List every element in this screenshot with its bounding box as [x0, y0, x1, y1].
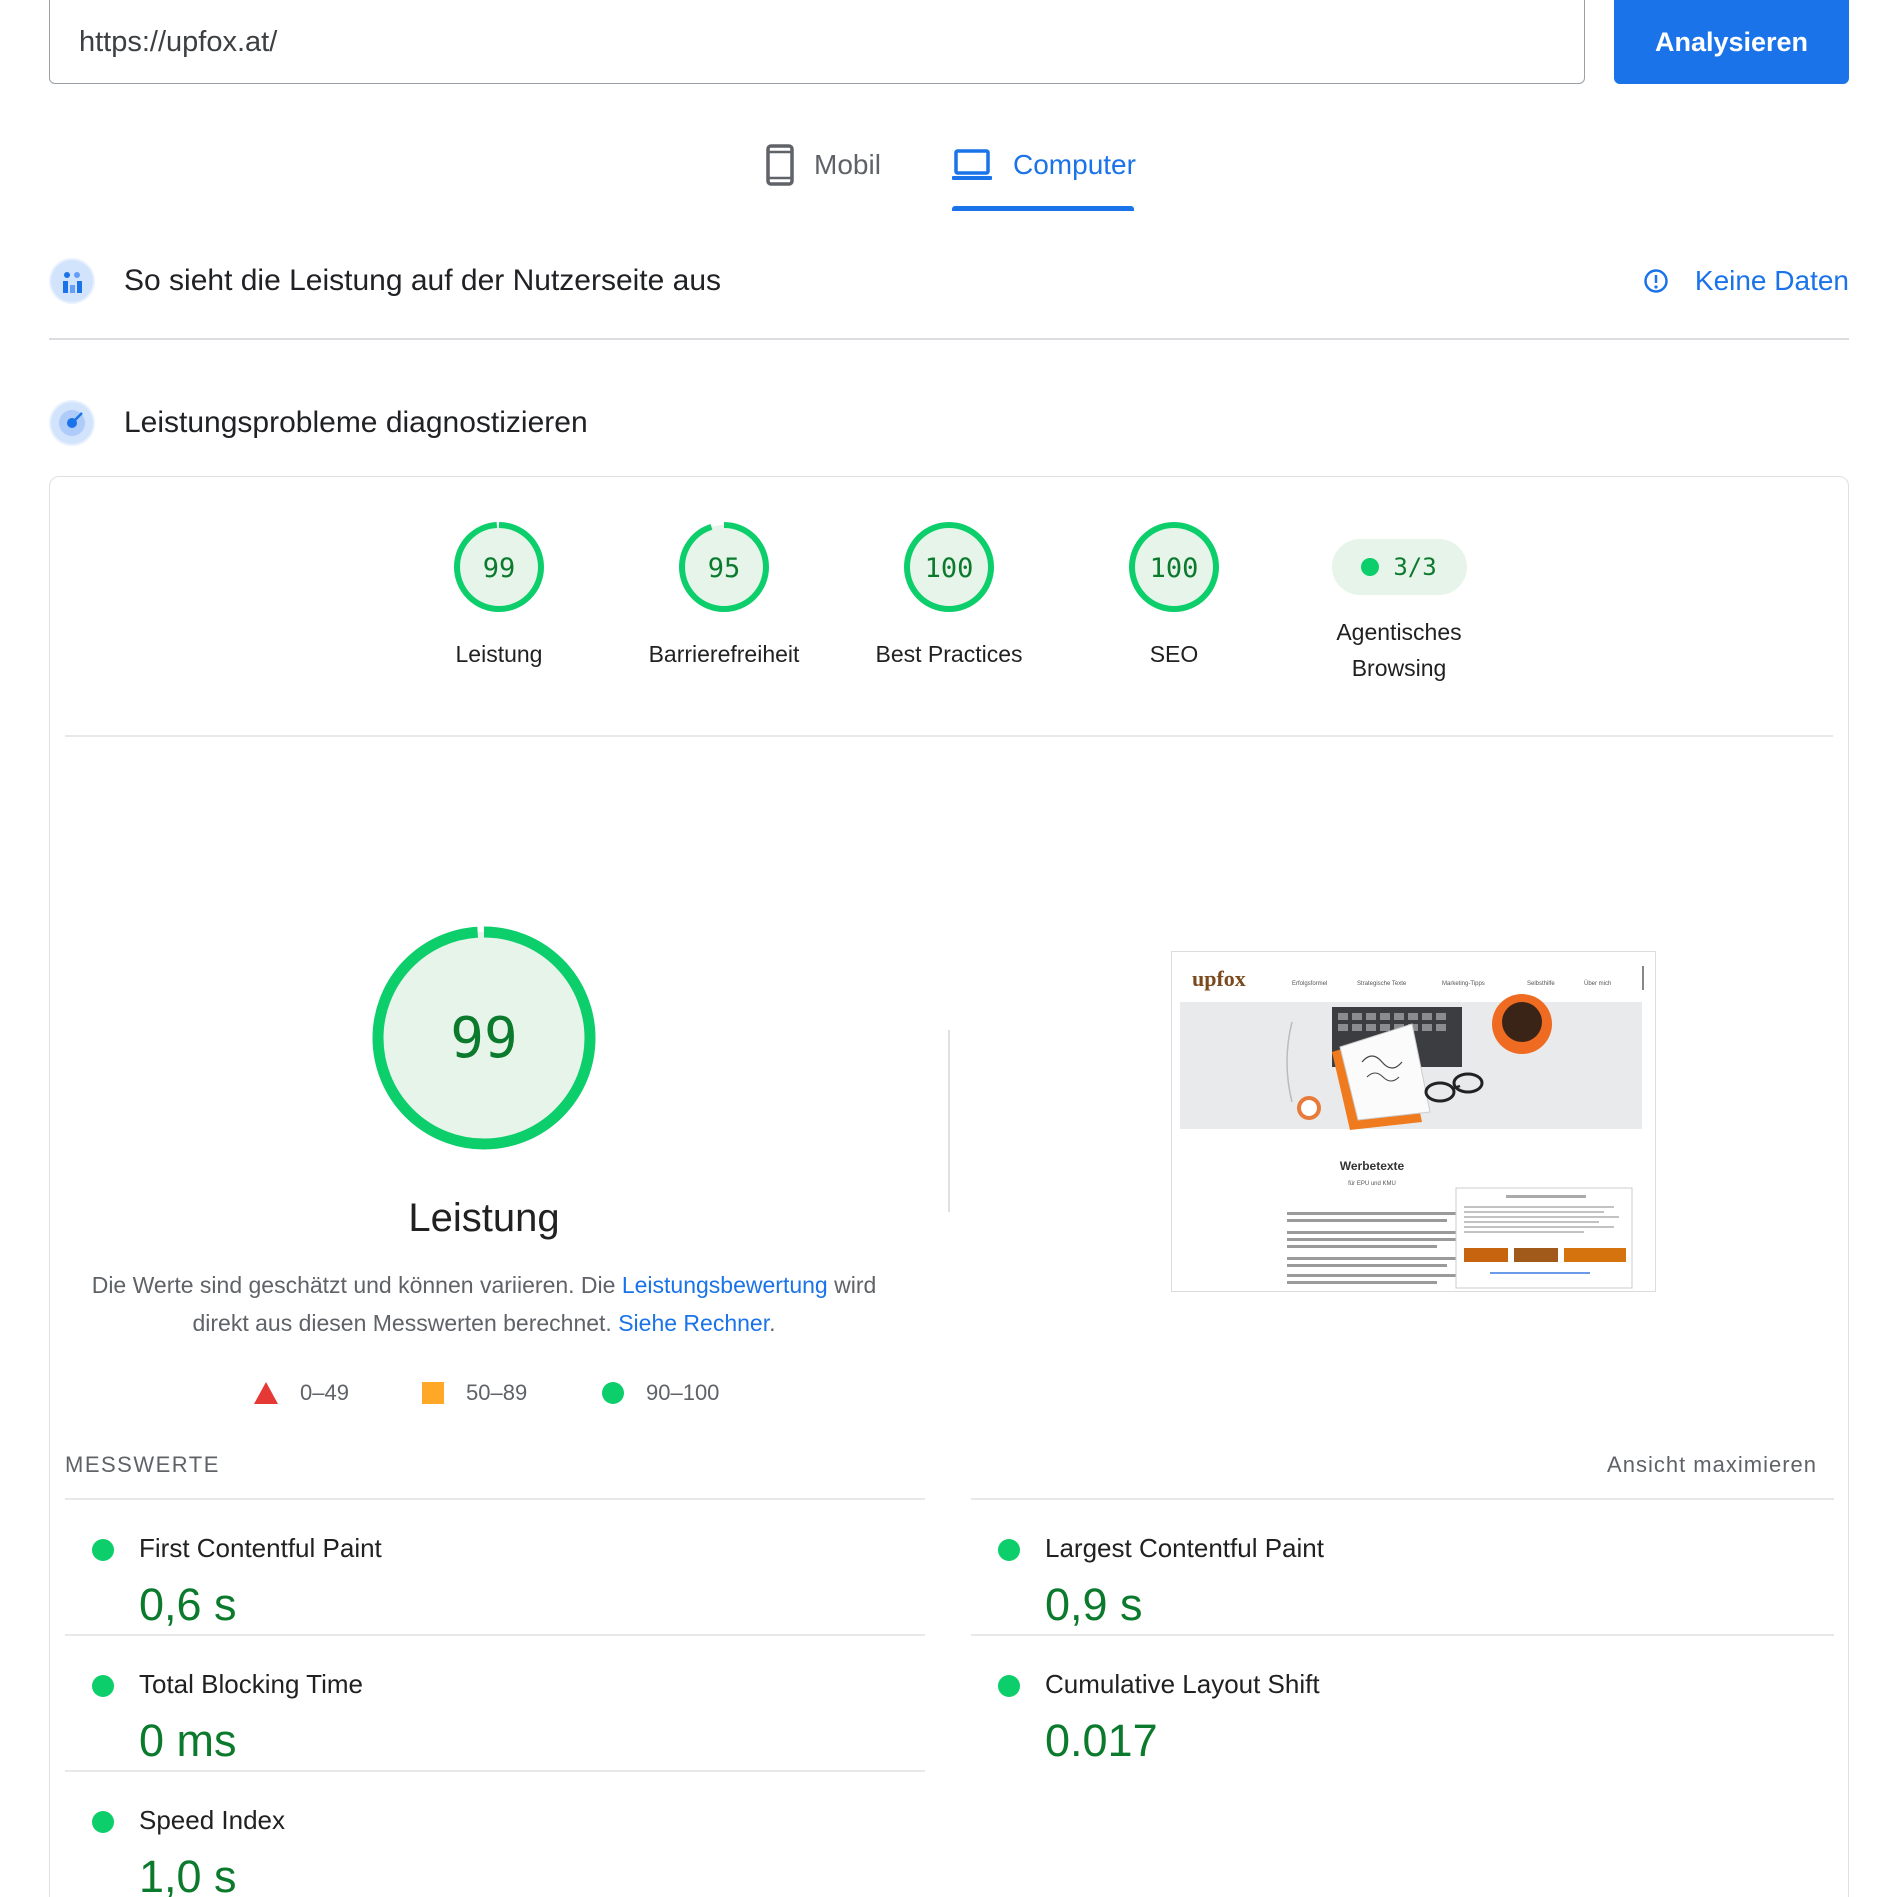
metric-divider: [65, 1770, 925, 1772]
thumb-nav-item: Über mich: [1584, 980, 1611, 987]
pass-dot-icon: [998, 1539, 1020, 1561]
gauge-score: 100: [1150, 553, 1199, 584]
gauge-label: Agentisches Browsing: [1336, 614, 1461, 686]
thumb-subheadline: für EPU und KMU: [1348, 1181, 1396, 1187]
metric-name: Total Blocking Time: [139, 1669, 363, 1699]
metric-divider: [65, 1498, 925, 1500]
calculator-link[interactable]: Siehe Rechner: [618, 1310, 769, 1336]
metric-divider: [65, 1634, 925, 1636]
legend-pass: 90–100: [602, 1380, 719, 1406]
tab-mobile-label: Mobil: [814, 149, 881, 180]
gauge-agentic-browsing[interactable]: 3/3 Agentisches Browsing: [1319, 520, 1479, 686]
thumb-nav-item: Marketing-Tipps: [1442, 981, 1485, 987]
url-input-value: https://upfox.at/: [79, 25, 278, 58]
metric-value: 0.017: [1045, 1715, 1158, 1766]
radar-icon: [49, 400, 95, 446]
triangle-icon: [254, 1382, 278, 1404]
thumb-headline: Werbetexte: [1340, 1159, 1405, 1173]
metric-value: 0,9 s: [1045, 1579, 1143, 1630]
legend-average: 50–89: [422, 1380, 527, 1406]
legend-fail: 0–49: [254, 1380, 349, 1406]
performance-score: 99: [450, 1006, 517, 1071]
thumb-nav-item: Strategische Texte: [1357, 981, 1407, 987]
gauge-best-practices[interactable]: 100 Best Practices: [869, 520, 1029, 672]
performance-title: Leistung: [408, 1196, 560, 1240]
gauge-label: SEO: [1149, 641, 1199, 667]
thumb-nav-item: Erfolgsformel: [1292, 981, 1327, 987]
metric-divider: [971, 1634, 1834, 1636]
no-data-label: Keine Daten: [1694, 265, 1849, 296]
pass-dot-icon: [92, 1539, 114, 1561]
metrics-heading: MESSWERTE: [65, 1452, 220, 1477]
score-gauge: 99: [454, 522, 544, 612]
pass-dot-icon: [92, 1811, 114, 1833]
field-data-section: So sieht die Leistung auf der Nutzerseit…: [49, 251, 1849, 311]
laptop-icon: [952, 149, 992, 180]
metric-speed-index[interactable]: Speed Index 1,0 s: [65, 1787, 925, 1897]
legend-range: 0–49: [300, 1380, 349, 1405]
expand-view-toggle[interactable]: Ansicht maximieren: [1607, 1452, 1817, 1478]
metric-fcp[interactable]: First Contentful Paint 0,6 s: [65, 1515, 925, 1650]
metric-name: Largest Contentful Paint: [1045, 1533, 1324, 1563]
gauge-barrierefreiheit[interactable]: 95 Barrierefreiheit: [644, 520, 804, 672]
info-icon: [1644, 269, 1668, 293]
no-data-link[interactable]: Keine Daten: [1643, 265, 1849, 297]
pass-dot-icon: [92, 1675, 114, 1697]
score-gauge: 100: [1129, 522, 1219, 612]
gauge-score: 95: [708, 553, 741, 584]
metric-lcp[interactable]: Largest Contentful Paint 0,9 s: [971, 1515, 1831, 1650]
gauge-seo[interactable]: 100 SEO: [1094, 520, 1254, 672]
legend-range: 90–100: [646, 1380, 720, 1405]
agentic-label-line2: Browsing: [1351, 655, 1447, 681]
metric-name: Speed Index: [139, 1805, 286, 1835]
diagnose-title: Leistungsprobleme diagnostizieren: [124, 406, 588, 439]
desc-text: .: [769, 1310, 776, 1336]
score-gauge: 95: [679, 522, 769, 612]
pass-dot-icon: [1361, 558, 1380, 576]
field-data-icon: [49, 258, 95, 304]
desc-text: Die Werte sind geschätzt und können vari…: [91, 1272, 622, 1298]
active-tab-indicator: [952, 206, 1134, 211]
pass-dot-icon: [998, 1675, 1020, 1697]
circle-icon: [602, 1382, 624, 1404]
agentic-badge: 3/3: [1331, 539, 1467, 595]
tab-computer-label: Computer: [1013, 149, 1136, 180]
gauge-score: 100: [925, 553, 974, 584]
phone-icon: [766, 144, 794, 186]
metric-name: Cumulative Layout Shift: [1045, 1669, 1320, 1699]
thumb-logo: upfox: [1192, 966, 1246, 991]
performance-description: Die Werte sind geschätzt und können vari…: [84, 1266, 884, 1342]
thumb-nav-item: Selbsthilfe: [1527, 981, 1555, 987]
vertical-separator: [948, 1030, 950, 1212]
metric-name: First Contentful Paint: [139, 1533, 382, 1563]
tab-computer[interactable]: Computer: [951, 140, 1136, 190]
gauge-label: Leistung: [455, 641, 543, 667]
metric-value: 0,6 s: [139, 1579, 237, 1630]
metric-cls[interactable]: Cumulative Layout Shift 0.017: [971, 1651, 1831, 1786]
metric-value: 0 ms: [139, 1715, 237, 1766]
metric-tbt[interactable]: Total Blocking Time 0 ms: [65, 1651, 925, 1786]
legend-range: 50–89: [466, 1380, 528, 1405]
performance-gauge: 99: [372, 926, 596, 1150]
score-gauge: 100: [904, 522, 994, 612]
score-link[interactable]: Leistungsbewertung: [622, 1272, 828, 1298]
gauges-divider: [65, 735, 1833, 737]
metric-divider: [971, 1498, 1834, 1500]
tab-mobile[interactable]: Mobil: [766, 140, 881, 190]
analyze-button[interactable]: Analysieren: [1614, 0, 1849, 84]
url-input[interactable]: https://upfox.at/: [49, 0, 1585, 84]
page-screenshot[interactable]: upfox Erfolgsformel Strategische Texte M…: [1171, 951, 1656, 1292]
section-divider: [49, 338, 1849, 340]
field-data-title: So sieht die Leistung auf der Nutzerseit…: [124, 264, 722, 297]
agentic-value: 3/3: [1393, 553, 1437, 581]
agentic-label-line1: Agentisches: [1336, 619, 1462, 645]
metric-value: 1,0 s: [139, 1851, 237, 1897]
gauge-label: Barrierefreiheit: [648, 641, 800, 667]
square-icon: [422, 1382, 444, 1404]
gauge-score: 99: [483, 553, 516, 584]
diagnose-section: Leistungsprobleme diagnostizieren: [49, 393, 1849, 453]
gauge-label: Best Practices: [875, 641, 1023, 667]
gauge-leistung[interactable]: 99 Leistung: [419, 520, 579, 672]
